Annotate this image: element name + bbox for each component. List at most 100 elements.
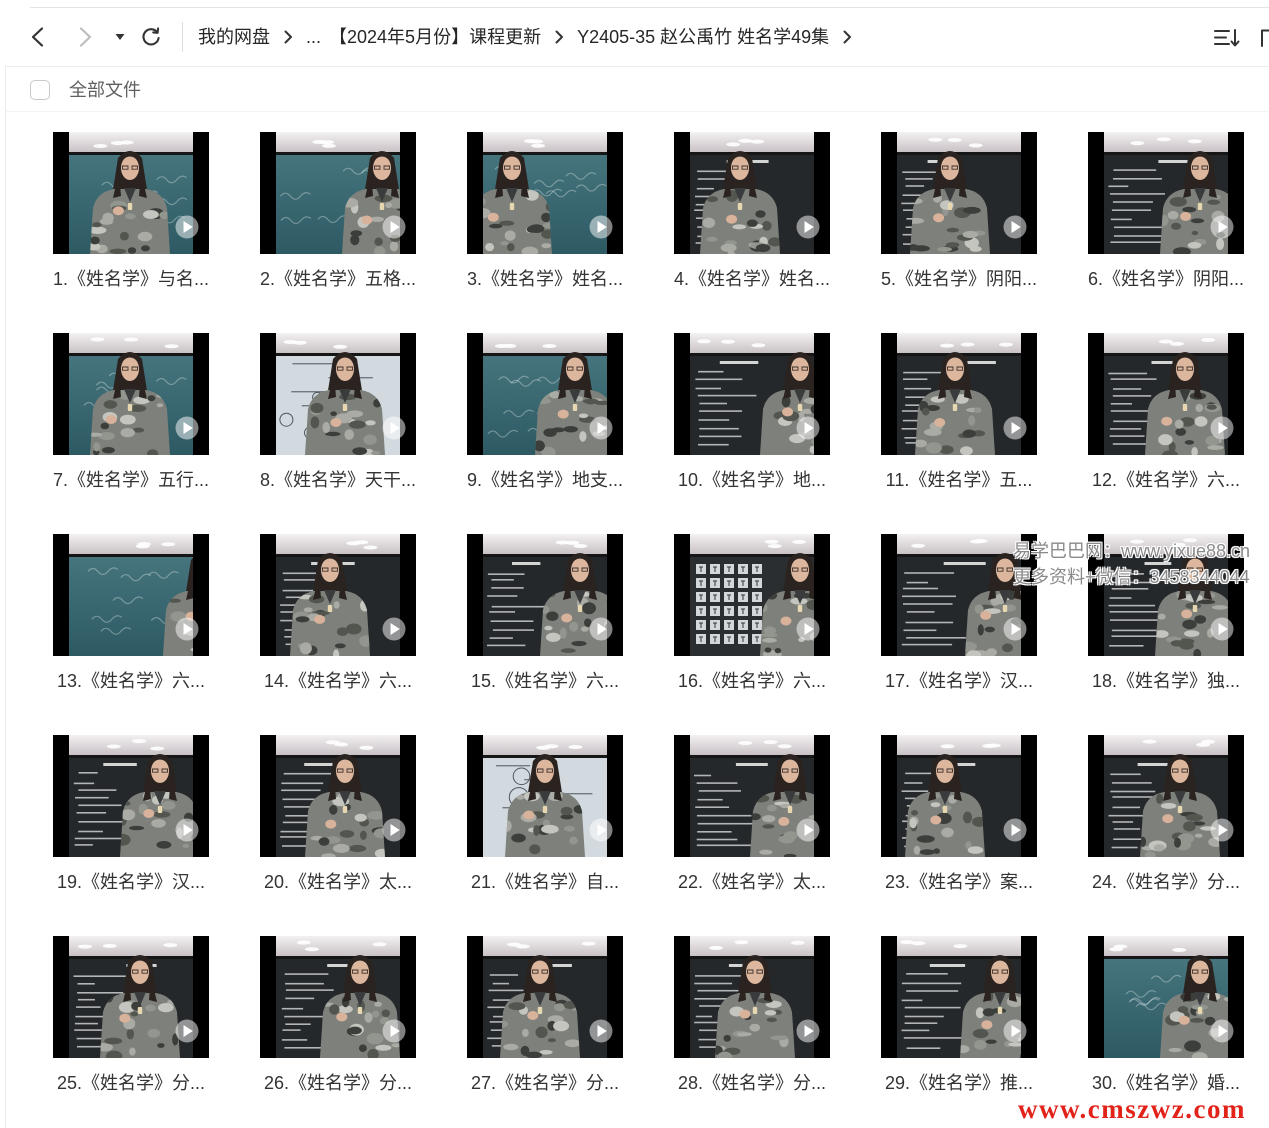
file-name[interactable]: 21.《姓名学》自... xyxy=(447,871,643,893)
file-name[interactable]: 2.《姓名学》五格... xyxy=(240,268,436,290)
video-thumbnail[interactable] xyxy=(881,936,1037,1058)
file-item[interactable]: 12.《姓名学》六... xyxy=(1088,333,1244,491)
file-item[interactable]: 19.《姓名学》汉... xyxy=(53,735,209,893)
file-item[interactable]: 24.《姓名学》分... xyxy=(1088,735,1244,893)
file-item[interactable]: 13.《姓名学》六... xyxy=(53,534,209,692)
video-thumbnail[interactable] xyxy=(881,132,1037,254)
thumbnail-frame[interactable] xyxy=(881,936,1037,1058)
file-item[interactable]: 26.《姓名学》分... xyxy=(260,936,416,1094)
thumbnail-frame[interactable] xyxy=(881,735,1037,857)
play-icon[interactable] xyxy=(1210,215,1234,239)
file-item[interactable]: 28.《姓名学》分... xyxy=(674,936,830,1094)
file-item[interactable]: 16.《姓名学》六... xyxy=(674,534,830,692)
thumbnail-frame[interactable] xyxy=(467,735,623,857)
play-icon[interactable] xyxy=(175,416,199,440)
play-icon[interactable] xyxy=(1210,1019,1234,1043)
video-thumbnail[interactable] xyxy=(467,735,623,857)
thumbnail-frame[interactable] xyxy=(53,534,209,656)
video-thumbnail[interactable] xyxy=(1088,936,1244,1058)
thumbnail-frame[interactable] xyxy=(53,936,209,1058)
play-icon[interactable] xyxy=(382,1019,406,1043)
refresh-icon[interactable] xyxy=(140,26,162,48)
file-item[interactable]: 5.《姓名学》阴阳... xyxy=(881,132,1037,290)
file-item[interactable]: 27.《姓名学》分... xyxy=(467,936,623,1094)
play-icon[interactable] xyxy=(1003,215,1027,239)
file-name[interactable]: 26.《姓名学》分... xyxy=(240,1072,436,1094)
file-name[interactable]: 11.《姓名学》五... xyxy=(861,469,1057,491)
chevron-left-icon[interactable] xyxy=(29,26,47,48)
file-name[interactable]: 6.《姓名学》阴阳... xyxy=(1068,268,1264,290)
thumbnail-frame[interactable] xyxy=(881,333,1037,455)
file-name[interactable]: 4.《姓名学》姓名... xyxy=(654,268,850,290)
video-thumbnail[interactable] xyxy=(881,735,1037,857)
video-thumbnail[interactable] xyxy=(674,936,830,1058)
thumbnail-frame[interactable] xyxy=(674,333,830,455)
play-icon[interactable] xyxy=(589,617,613,641)
video-thumbnail[interactable] xyxy=(1088,333,1244,455)
play-icon[interactable] xyxy=(1003,416,1027,440)
video-thumbnail[interactable] xyxy=(53,534,209,656)
file-item[interactable]: 14.《姓名学》六... xyxy=(260,534,416,692)
play-icon[interactable] xyxy=(589,215,613,239)
play-icon[interactable] xyxy=(796,617,820,641)
thumbnail-frame[interactable] xyxy=(467,333,623,455)
play-icon[interactable] xyxy=(1003,1019,1027,1043)
select-all-label[interactable]: 全部文件 xyxy=(69,79,141,101)
video-thumbnail[interactable] xyxy=(467,534,623,656)
thumbnail-frame[interactable] xyxy=(1088,132,1244,254)
video-thumbnail[interactable] xyxy=(260,735,416,857)
video-thumbnail[interactable] xyxy=(260,132,416,254)
thumbnail-frame[interactable] xyxy=(260,936,416,1058)
play-icon[interactable] xyxy=(382,215,406,239)
play-icon[interactable] xyxy=(1210,416,1234,440)
file-name[interactable]: 20.《姓名学》太... xyxy=(240,871,436,893)
video-thumbnail[interactable] xyxy=(674,534,830,656)
file-item[interactable]: 15.《姓名学》六... xyxy=(467,534,623,692)
video-thumbnail[interactable] xyxy=(674,333,830,455)
video-thumbnail[interactable] xyxy=(467,936,623,1058)
thumbnail-frame[interactable] xyxy=(53,333,209,455)
play-icon[interactable] xyxy=(175,818,199,842)
video-thumbnail[interactable] xyxy=(260,333,416,455)
file-name[interactable]: 18.《姓名学》独... xyxy=(1068,670,1264,692)
play-icon[interactable] xyxy=(589,416,613,440)
breadcrumb-item-root[interactable]: 我的网盘 xyxy=(198,24,270,50)
video-thumbnail[interactable] xyxy=(1088,132,1244,254)
thumbnail-frame[interactable] xyxy=(260,132,416,254)
file-name[interactable]: 27.《姓名学》分... xyxy=(447,1072,643,1094)
video-thumbnail[interactable] xyxy=(674,132,830,254)
breadcrumb-item-current[interactable]: Y2405-35 赵公禹竹 姓名学49集 xyxy=(577,24,829,50)
file-name[interactable]: 19.《姓名学》汉... xyxy=(33,871,229,893)
sort-icon[interactable] xyxy=(1212,27,1242,49)
thumbnail-frame[interactable] xyxy=(260,534,416,656)
file-item[interactable]: 8.《姓名学》天干... xyxy=(260,333,416,491)
play-icon[interactable] xyxy=(382,416,406,440)
file-item[interactable]: 10.《姓名学》地... xyxy=(674,333,830,491)
file-item[interactable]: 20.《姓名学》太... xyxy=(260,735,416,893)
play-icon[interactable] xyxy=(796,818,820,842)
play-icon[interactable] xyxy=(382,818,406,842)
thumbnail-frame[interactable] xyxy=(674,132,830,254)
file-name[interactable]: 28.《姓名学》分... xyxy=(654,1072,850,1094)
thumbnail-frame[interactable] xyxy=(467,132,623,254)
video-thumbnail[interactable] xyxy=(53,132,209,254)
file-name[interactable]: 13.《姓名学》六... xyxy=(33,670,229,692)
file-name[interactable]: 23.《姓名学》案... xyxy=(861,871,1057,893)
video-thumbnail[interactable] xyxy=(881,333,1037,455)
video-thumbnail[interactable] xyxy=(53,735,209,857)
play-icon[interactable] xyxy=(1003,818,1027,842)
file-name[interactable]: 8.《姓名学》天干... xyxy=(240,469,436,491)
video-thumbnail[interactable] xyxy=(53,936,209,1058)
thumbnail-frame[interactable] xyxy=(674,735,830,857)
thumbnail-frame[interactable] xyxy=(1088,735,1244,857)
play-icon[interactable] xyxy=(175,215,199,239)
file-item[interactable]: 2.《姓名学》五格... xyxy=(260,132,416,290)
file-item[interactable]: 1.《姓名学》与名... xyxy=(53,132,209,290)
video-thumbnail[interactable] xyxy=(1088,735,1244,857)
file-item[interactable]: 21.《姓名学》自... xyxy=(467,735,623,893)
grid-view-icon[interactable] xyxy=(1259,27,1269,49)
file-item[interactable]: 22.《姓名学》太... xyxy=(674,735,830,893)
file-name[interactable]: 22.《姓名学》太... xyxy=(654,871,850,893)
thumbnail-frame[interactable] xyxy=(467,534,623,656)
thumbnail-frame[interactable] xyxy=(53,735,209,857)
